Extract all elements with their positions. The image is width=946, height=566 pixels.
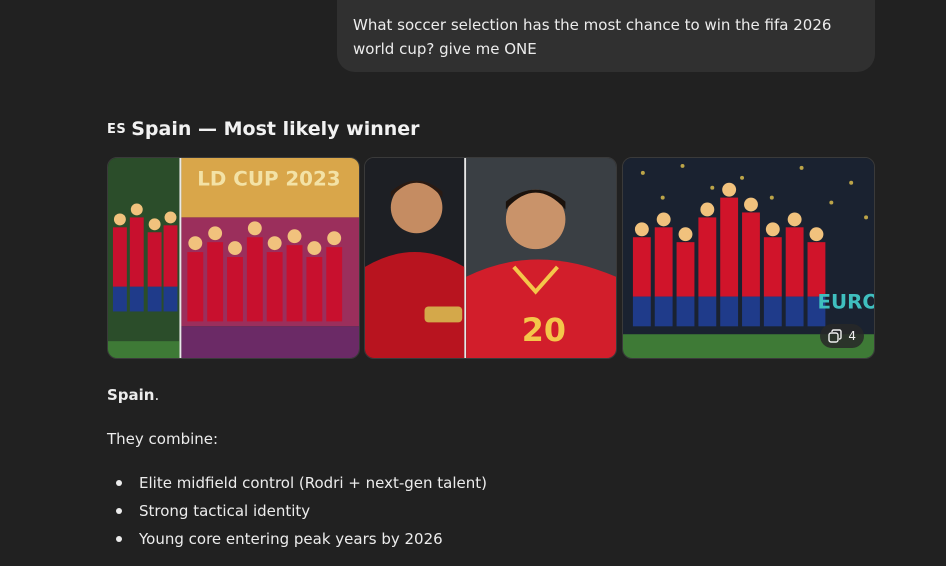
answer-heading-text: Spain — Most likely winner: [131, 118, 420, 140]
flag-code: ES: [107, 121, 127, 137]
answer-summary: Spain.: [107, 384, 159, 406]
jersey-number: 20: [522, 313, 566, 349]
answer-heading: ES Spain — Most likely winner: [107, 115, 420, 143]
answer-summary-suffix: .: [154, 386, 160, 404]
more-images-count: 4: [848, 329, 856, 343]
images-stack-icon: [828, 329, 843, 343]
gallery-image-women-world-cup[interactable]: LD CUP 2023: [107, 157, 360, 359]
answer-paragraph: They combine:: [107, 430, 219, 448]
answer-bullet-list: Elite midfield control (Rodri + next-gen…: [107, 472, 487, 556]
gallery-image-players[interactable]: 20: [364, 157, 617, 359]
user-message-text: What soccer selection has the most chanc…: [353, 16, 832, 58]
answer-team-name: Spain: [107, 386, 155, 404]
image-gallery: LD CUP 2023 20 EURO 4: [107, 157, 875, 359]
list-item: Elite midfield control (Rodri + next-gen…: [107, 472, 487, 500]
list-item: Strong tactical identity: [107, 500, 487, 528]
list-item: Young core entering peak years by 2026: [107, 528, 487, 556]
euro-banner-text: EURO: [817, 291, 874, 314]
svg-text:LD CUP 2023: LD CUP 2023: [197, 168, 340, 191]
more-images-badge[interactable]: 4: [820, 324, 864, 348]
gallery-image-euro-celebration[interactable]: EURO 4: [622, 157, 875, 359]
user-message-bubble: What soccer selection has the most chanc…: [337, 0, 875, 72]
